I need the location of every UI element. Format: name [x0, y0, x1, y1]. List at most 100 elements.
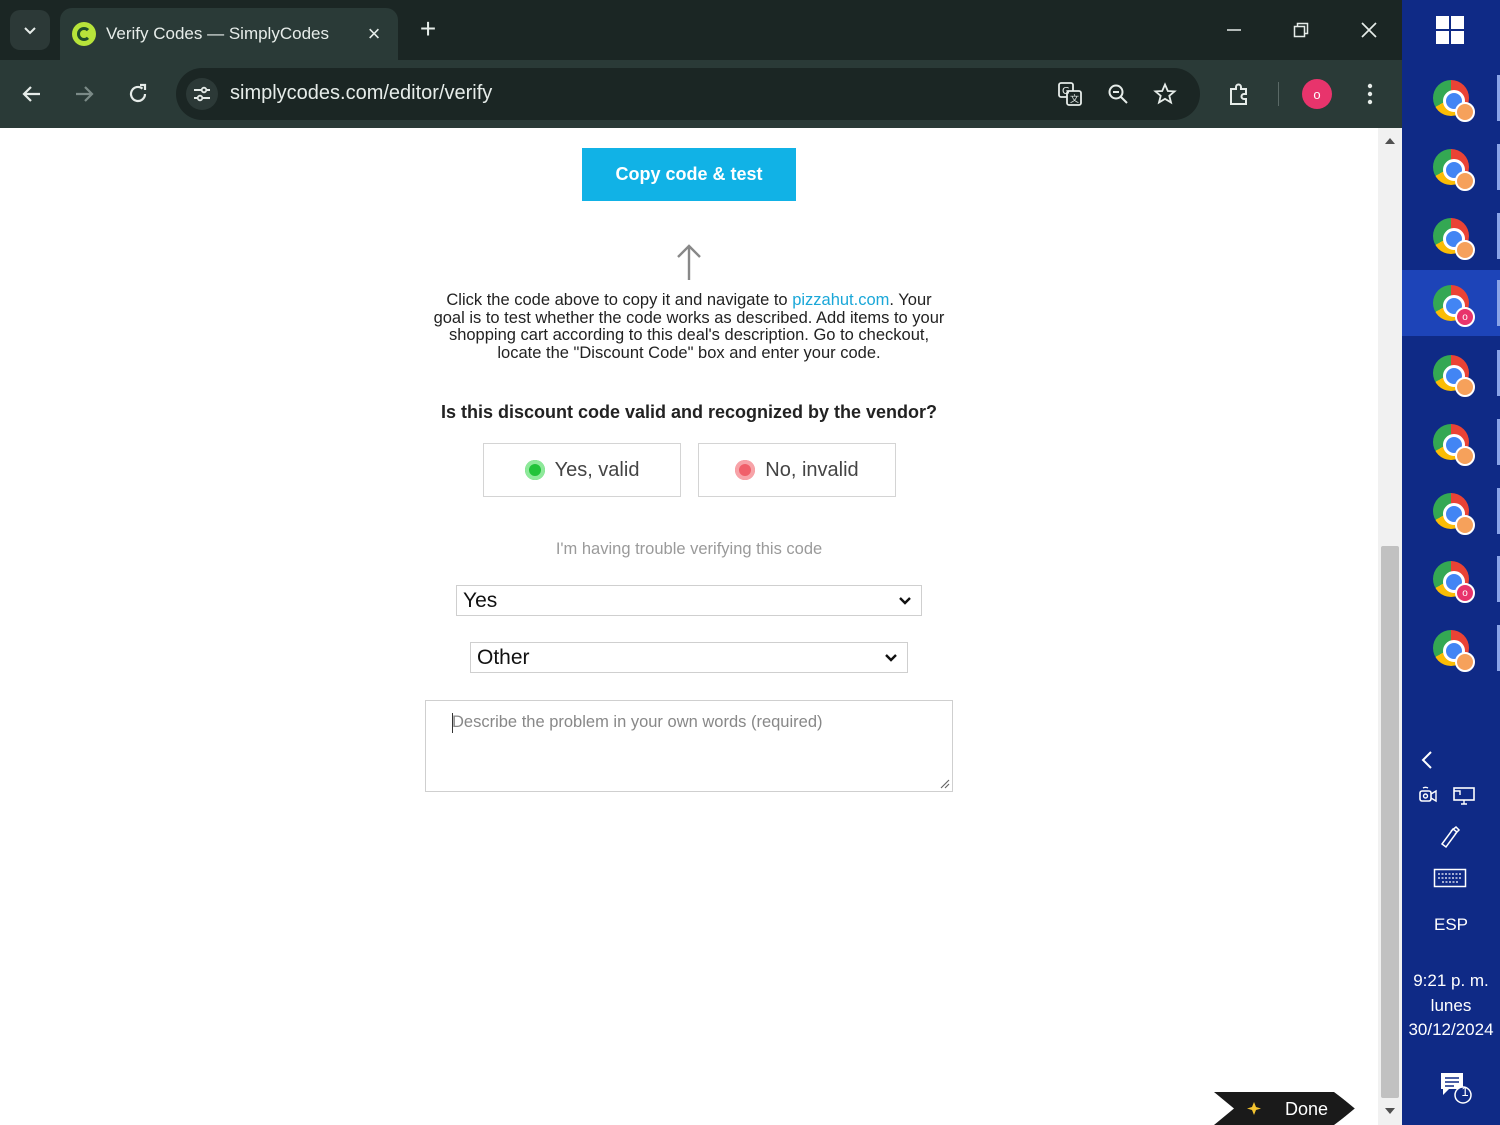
meet-now-icon[interactable] [1416, 784, 1440, 808]
toolbar-divider [1278, 82, 1279, 106]
taskbar-chrome-window[interactable]: o [1402, 546, 1500, 612]
clock-day[interactable]: lunes [1402, 996, 1500, 1016]
profile-badge-icon: o [1455, 307, 1475, 327]
yes-valid-label: Yes, valid [554, 458, 640, 481]
close-tab-icon[interactable]: × [362, 22, 386, 46]
chrome-icon [1433, 424, 1475, 466]
instructions-text: Click the code above to copy it and navi… [430, 291, 948, 362]
done-label: Done [1285, 1099, 1329, 1119]
minimize-button[interactable] [1214, 10, 1254, 50]
profile-badge-icon: o [1455, 583, 1475, 603]
reason-select[interactable]: Other [470, 642, 908, 673]
notification-count: 1 [1461, 1084, 1469, 1099]
chrome-icon: o [1433, 561, 1475, 603]
copy-code-test-button[interactable]: Copy code & test [582, 148, 796, 201]
trouble-select-value: Yes [463, 588, 498, 612]
translate-button[interactable]: G文 [1056, 80, 1084, 108]
arrow-right-icon [76, 86, 94, 102]
touch-keyboard-icon[interactable] [1432, 866, 1468, 890]
reload-icon [129, 83, 147, 103]
minimize-icon [1227, 29, 1241, 31]
tune-icon [194, 86, 210, 102]
green-dot-icon [524, 460, 545, 480]
profile-badge-icon [1455, 102, 1475, 122]
kebab-menu-icon [1367, 83, 1373, 105]
extensions-button[interactable] [1219, 74, 1259, 114]
taskbar-chrome-window[interactable] [1402, 478, 1500, 544]
chrome-icon [1433, 355, 1475, 397]
pen-icon[interactable] [1436, 822, 1464, 850]
profile-badge-icon [1455, 515, 1475, 535]
profile-badge-icon [1455, 652, 1475, 672]
network-icon[interactable] [1450, 784, 1478, 808]
restore-button[interactable] [1281, 10, 1321, 50]
translate-icon: G文 [1058, 82, 1082, 106]
input-language[interactable]: ESP [1402, 915, 1500, 935]
chrome-icon [1433, 630, 1475, 672]
site-info-button[interactable] [186, 78, 218, 110]
bookmark-button[interactable] [1151, 80, 1179, 108]
tab-title: Verify Codes — SimplyCodes [106, 24, 329, 43]
chrome-icon [1433, 149, 1475, 191]
vendor-link[interactable]: pizzahut.com [792, 291, 889, 309]
show-hidden-icons-chevron-icon[interactable] [1416, 748, 1438, 772]
chevron-down-icon [885, 654, 897, 662]
taskbar-chrome-window[interactable] [1402, 134, 1500, 200]
reason-select-value: Other [477, 645, 530, 669]
taskbar-chrome-window[interactable] [1402, 340, 1500, 406]
taskbar-chrome-window[interactable] [1402, 409, 1500, 475]
back-button[interactable] [12, 74, 52, 114]
validity-question: Is this discount code valid and recogniz… [440, 402, 938, 422]
taskbar-chrome-window[interactable]: o [1402, 270, 1500, 336]
tab-search-button[interactable] [10, 10, 50, 50]
close-window-button[interactable] [1349, 10, 1389, 50]
star-icon [1153, 82, 1177, 105]
chrome-icon: o [1433, 285, 1475, 327]
red-dot-icon [735, 460, 756, 480]
profile-badge-icon [1455, 446, 1475, 466]
simplycodes-favicon-icon [72, 22, 96, 46]
reload-button[interactable] [118, 74, 158, 114]
profile-badge-icon [1455, 377, 1475, 397]
taskbar-chrome-window[interactable] [1402, 65, 1500, 131]
profile-badge-icon [1455, 240, 1475, 260]
trouble-label: I'm having trouble verifying this code [555, 540, 823, 558]
page-content: Copy code & test Click the code above to… [0, 128, 1378, 1125]
chrome-icon [1433, 218, 1475, 260]
arrow-up-icon [677, 244, 701, 280]
clock-date[interactable]: 30/12/2024 [1402, 1020, 1500, 1040]
problem-description-placeholder: Describe the problem in your own words (… [452, 713, 823, 731]
problem-description-field[interactable]: Describe the problem in your own words (… [425, 700, 953, 792]
chevron-down-icon [899, 597, 911, 605]
new-tab-button[interactable]: + [412, 14, 444, 46]
zoom-icon [1108, 84, 1128, 104]
chrome-icon [1433, 493, 1475, 535]
profile-button[interactable]: o [1297, 74, 1337, 114]
trouble-select[interactable]: Yes [456, 585, 922, 616]
scroll-down-icon[interactable] [1383, 1104, 1397, 1118]
scroll-up-icon[interactable] [1383, 134, 1397, 148]
taskbar-chrome-window[interactable] [1402, 203, 1500, 269]
notification-center-icon[interactable]: 1 [1434, 1066, 1474, 1106]
arrow-left-icon [22, 86, 40, 102]
svg-text:文: 文 [1070, 93, 1079, 105]
close-icon [1361, 22, 1377, 38]
chevron-down-icon [24, 27, 36, 35]
avatar: o [1302, 79, 1332, 109]
no-invalid-button[interactable]: No, invalid [698, 443, 896, 497]
scrollbar-thumb[interactable] [1381, 546, 1399, 1098]
url-text[interactable]: simplycodes.com/editor/verify [230, 82, 492, 105]
clock-time[interactable]: 9:21 p. m. [1402, 971, 1500, 991]
chrome-icon [1433, 80, 1475, 122]
profile-badge-icon [1455, 171, 1475, 191]
taskbar-chrome-window[interactable] [1402, 615, 1500, 681]
active-tab[interactable]: Verify Codes — SimplyCodes × [60, 8, 398, 60]
address-bar[interactable]: simplycodes.com/editor/verify G文 [176, 68, 1200, 120]
browser-menu-button[interactable] [1350, 74, 1390, 114]
resize-handle-icon[interactable] [938, 777, 950, 789]
forward-button[interactable] [64, 74, 104, 114]
windows-start-icon[interactable] [1436, 16, 1464, 44]
zoom-button[interactable] [1104, 80, 1132, 108]
puzzle-icon [1230, 83, 1247, 105]
yes-valid-button[interactable]: Yes, valid [483, 443, 681, 497]
